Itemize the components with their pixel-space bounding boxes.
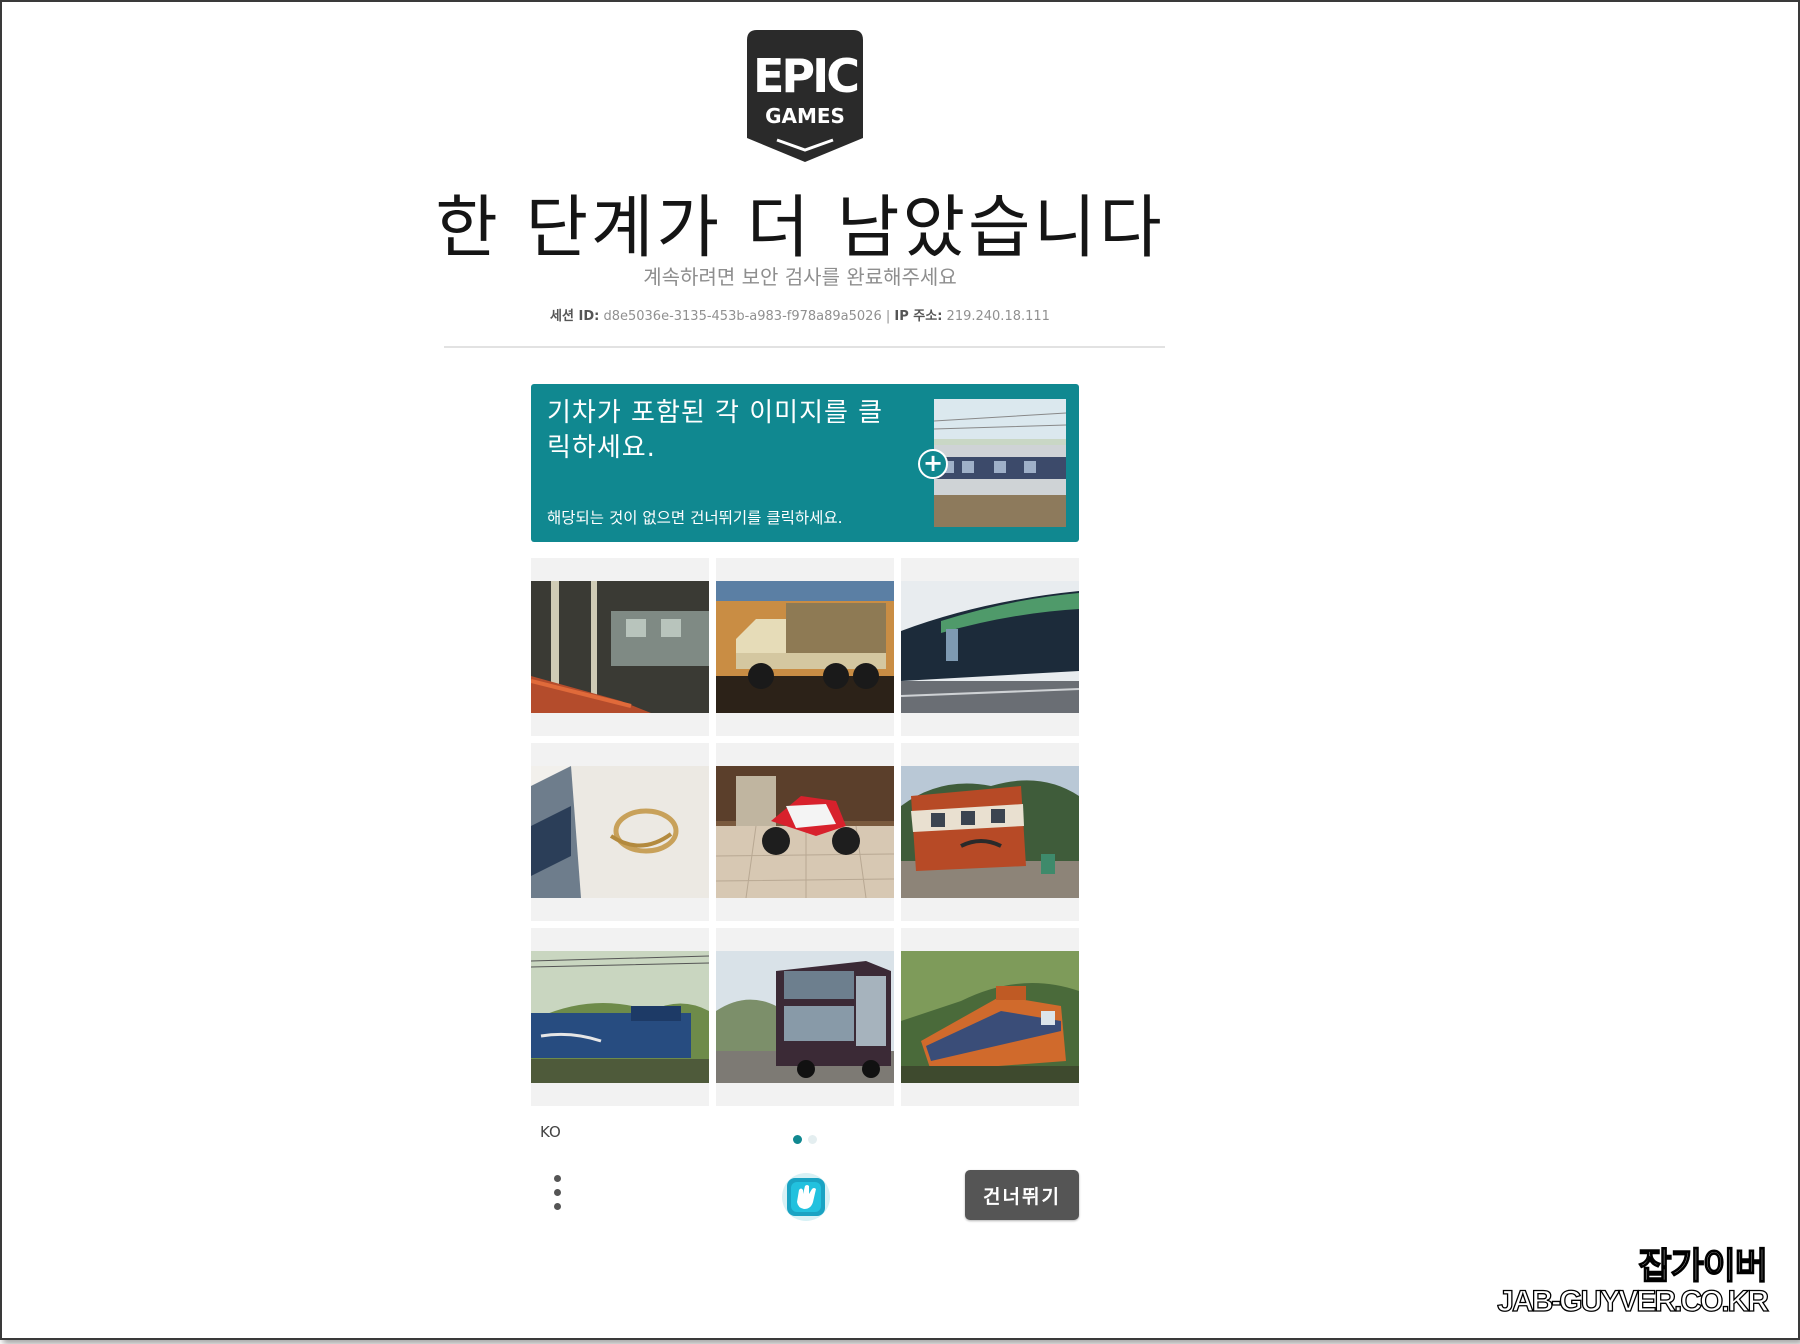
skip-button[interactable]: 건너뛰기 [965,1170,1079,1220]
page-indicator [793,1135,823,1145]
image-grid [531,558,1079,1106]
subway-station-photo [531,581,709,713]
ip-label: IP 주소: [894,309,943,324]
grid-tile-blue-locomotive[interactable] [531,928,709,1106]
page-dot-active [793,1135,802,1144]
grid-tile-subway-station[interactable] [531,558,709,736]
page-title: 한 단계가 더 남았습니다 [435,189,1165,268]
grid-tile-orange-locomotive[interactable] [901,928,1079,1106]
session-id-value: d8e5036e-3135-453b-a983-f978a89a5026 [603,309,882,324]
challenge-prompt: 기차가 포함된 각 이미지를 클릭하세요. [547,398,884,463]
grid-tile-motorcycle[interactable] [716,743,894,921]
ip-value: 219.240.18.111 [946,309,1050,324]
hcaptcha-icon[interactable] [781,1172,831,1222]
grid-tile-train-side[interactable] [901,558,1079,736]
grid-tile-double-decker-bus[interactable] [716,928,894,1106]
grid-tile-white-train[interactable] [531,743,709,921]
motorcycle-photo [716,766,894,898]
challenge-banner: 기차가 포함된 각 이미지를 클릭하세요. 해당되는 것이 없으면 건너뛰기를 … [531,384,1079,542]
bus-photo [901,766,1079,898]
epic-games-logo: EPIC GAMES [747,30,863,164]
watermark-url: JAB-GUYVER.CO.KR [1497,1284,1770,1318]
truck-photo [716,581,894,713]
challenge-hint: 해당되는 것이 없으면 건너뛰기를 클릭하세요. [547,509,843,527]
logo-text-epic: EPIC [753,49,857,103]
watermark-title: 잡가이버 [1638,1245,1769,1288]
logo-text-games: GAMES [765,104,845,128]
orange-locomotive-photo [901,951,1079,1083]
grid-tile-bus[interactable] [901,743,1079,921]
header-divider [444,346,1165,348]
page-frame: EPIC GAMES 한 단계가 더 남았습니다 계속하려면 보안 검사를 완료… [0,0,1800,1340]
language-selector[interactable]: KO [540,1123,561,1141]
session-info: 세션 ID: d8e5036e-3135-453b-a983-f978a89a5… [2,305,1598,324]
session-id-label: 세션 ID: [550,309,600,324]
page-dot-inactive [808,1135,817,1144]
kebab-menu-icon[interactable] [550,1175,564,1217]
grid-tile-truck[interactable] [716,558,894,736]
session-separator: | [885,309,891,324]
train-side-photo [901,581,1079,713]
challenge-sample-image[interactable] [934,399,1066,527]
white-train-photo [531,766,709,898]
plus-icon[interactable]: + [918,449,948,479]
blue-locomotive-photo [531,951,709,1083]
double-decker-bus-photo [716,951,894,1083]
page-subtitle: 계속하려면 보안 검사를 완료해주세요 [643,265,957,289]
